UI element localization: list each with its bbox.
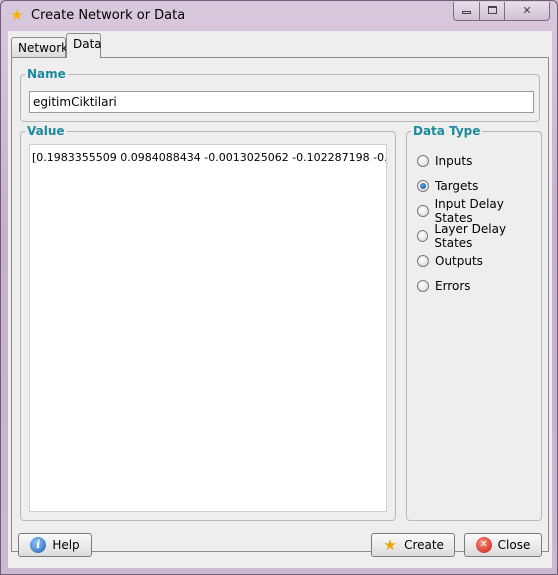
data-type-legend: Data Type (411, 124, 483, 138)
minimize-icon (462, 11, 471, 14)
radio-errors[interactable]: Errors (417, 277, 471, 295)
title-bar[interactable]: ★ Create Network or Data ✕ (1, 1, 557, 31)
radio-inputs[interactable]: Inputs (417, 152, 472, 170)
minimize-button[interactable] (453, 2, 480, 21)
help-button-label: Help (52, 538, 80, 552)
close-button-label: Close (497, 538, 531, 552)
radio-label: Targets (435, 179, 479, 193)
dialog-client-area: Network Data Name Value [0.1983355509 0.… (8, 31, 552, 568)
value-textarea[interactable]: [0.1983355509 0.0984088434 -0.0013025062… (29, 144, 387, 512)
create-button-label: Create (404, 538, 444, 552)
radio-label: Errors (435, 279, 471, 293)
window-close-button[interactable]: ✕ (504, 2, 550, 21)
radio-layer-delay-states[interactable]: Layer Delay States (417, 222, 541, 250)
tab-data[interactable]: Data (66, 33, 102, 58)
radio-label: Layer Delay States (434, 222, 507, 250)
data-type-group: Data Type Inputs Targets Input Delay Sta… (406, 124, 542, 521)
create-button[interactable]: ★ Create (371, 533, 455, 557)
maximize-icon (487, 6, 497, 14)
close-circle-icon: ✕ (475, 537, 492, 553)
radio-label: Outputs (435, 254, 483, 268)
dialog-window: ★ Create Network or Data ✕ Network Data … (0, 0, 558, 575)
radio-input-delay-states[interactable]: Input Delay States (417, 197, 541, 225)
star-icon: ★ (383, 536, 397, 554)
radio-button[interactable] (417, 255, 429, 267)
name-legend: Name (25, 67, 68, 81)
value-legend: Value (25, 124, 67, 138)
radio-label: Inputs (435, 154, 473, 168)
radio-button[interactable] (417, 155, 429, 167)
help-button[interactable]: i Help (18, 533, 92, 557)
radio-button-selected[interactable] (417, 180, 429, 192)
radio-button[interactable] (417, 230, 429, 242)
close-button[interactable]: ✕ Close (464, 533, 542, 557)
help-icon: i (30, 537, 47, 553)
value-group: Value [0.1983355509 0.0984088434 -0.0013… (20, 124, 396, 521)
radio-button[interactable] (417, 280, 429, 292)
data-tab-panel: Name Value [0.1983355509 0.0984088434 -0… (11, 57, 549, 552)
name-input[interactable] (29, 91, 534, 113)
window-title: Create Network or Data (31, 8, 186, 23)
tab-network[interactable]: Network (11, 37, 68, 57)
radio-button[interactable] (417, 205, 429, 217)
radio-label: Input Delay States (434, 197, 504, 225)
maximize-button[interactable] (479, 2, 505, 21)
star-icon: ★ (10, 6, 24, 24)
radio-outputs[interactable]: Outputs (417, 252, 483, 270)
name-group: Name (20, 67, 540, 122)
radio-targets[interactable]: Targets (417, 177, 478, 195)
close-icon: ✕ (522, 4, 532, 17)
